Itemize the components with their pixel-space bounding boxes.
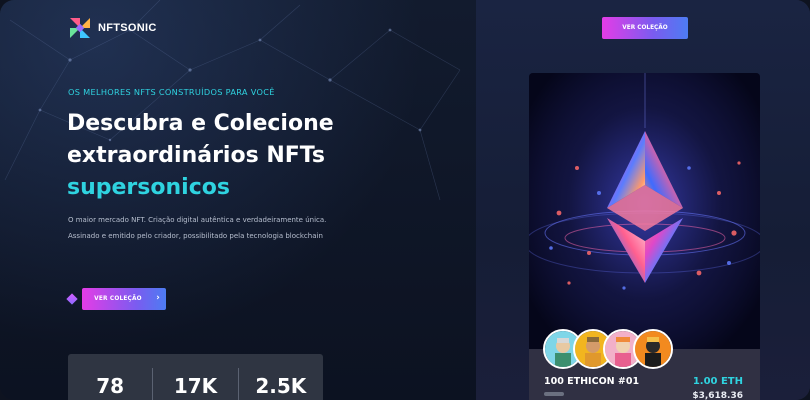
hero-cta-row: VER COLEÇÃO › bbox=[66, 288, 166, 310]
stat-value: 78 bbox=[96, 374, 125, 398]
headline-line-1: Descubra e Colecione bbox=[67, 111, 334, 136]
view-collection-button[interactable]: VER COLEÇÃO › bbox=[82, 288, 166, 310]
pinwheel-logo-icon bbox=[70, 18, 90, 38]
chevron-right-icon: › bbox=[156, 293, 160, 303]
header-view-collection-label: VER COLEÇÃO bbox=[622, 25, 668, 31]
diamond-icon bbox=[66, 293, 78, 305]
hero-headline: Descubra e Colecione extraordinários NFT… bbox=[67, 108, 397, 204]
nft-price: 1.00 ETH bbox=[692, 376, 743, 387]
avatar[interactable] bbox=[633, 329, 673, 369]
header-view-collection-button[interactable]: VER COLEÇÃO bbox=[602, 17, 688, 39]
hero-kicker: OS MELHORES NFTS CONSTRUÍDOS PARA VOCÊ bbox=[68, 87, 275, 97]
headline-accent: supersonicos bbox=[67, 175, 230, 200]
headline-line-2: extraordinários NFTs bbox=[67, 143, 325, 168]
nft-name: 100 ETHICON #01 bbox=[544, 376, 640, 387]
ethereum-crystal-icon bbox=[529, 73, 760, 363]
view-collection-label: VER COLEÇÃO bbox=[94, 296, 142, 302]
hero-description: O maior mercado NFT. Criação digital aut… bbox=[68, 216, 327, 240]
brand-name: NFTSONIC bbox=[98, 22, 157, 34]
stat-value: 2.5K bbox=[255, 374, 307, 398]
owner-avatars bbox=[543, 329, 673, 369]
stat-value: 17K bbox=[173, 374, 218, 398]
nft-usd-price: $3,618.36 bbox=[692, 391, 743, 400]
brand-logo[interactable]: NFTSONIC bbox=[68, 16, 157, 40]
page-frame: NFTSONIC OS MELHORES NFTS CONSTRUÍDOS PA… bbox=[0, 0, 810, 400]
stats-panel: 78 17K 2.5K bbox=[68, 354, 323, 400]
nft-card[interactable]: 100 ETHICON #01 1.00 ETH $3,618.36 bbox=[529, 73, 760, 400]
nft-subtitle-placeholder bbox=[544, 392, 564, 396]
